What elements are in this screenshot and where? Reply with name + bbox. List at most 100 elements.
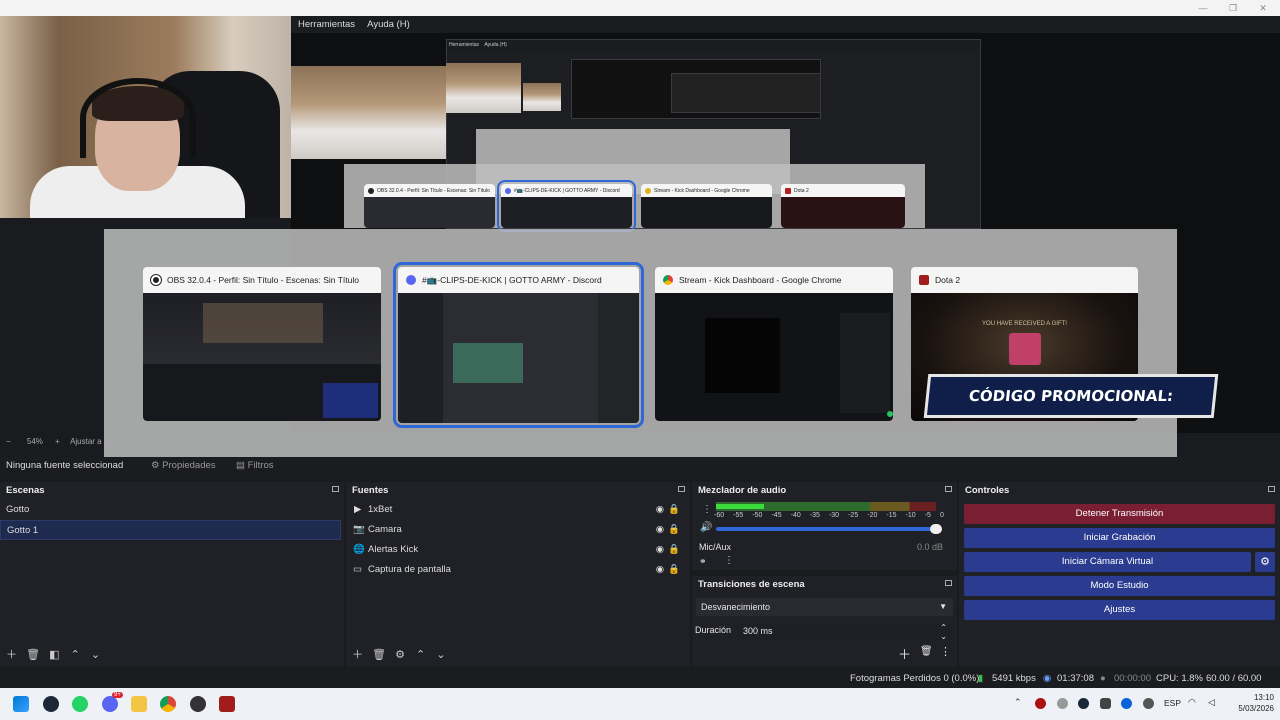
volume-slider[interactable] [716,524,942,534]
source-toolbar: Ninguna fuente seleccionad ⚙ Propiedades… [0,457,1280,475]
steam-icon[interactable] [43,696,59,712]
speaker-icon[interactable]: ◁ [1208,697,1215,708]
move-down-icon[interactable]: ⌄ [436,649,445,661]
mixer-channel-name: Mic/Aux [699,542,732,552]
kebab-icon[interactable]: ⋮ [940,645,951,658]
meter-scale-label: -55 [733,512,744,519]
steam-tray-icon[interactable] [1078,698,1089,709]
tray-icon[interactable] [1035,698,1046,709]
link-icon[interactable]: ⚭ [699,556,707,567]
wifi-icon[interactable]: ◠ [1188,697,1196,708]
minimize-icon[interactable]: — [1196,2,1210,14]
folder-icon[interactable] [131,696,147,712]
kebab-icon[interactable]: ⋮ [724,555,734,566]
maximize-icon[interactable]: ❐ [1226,2,1240,14]
meter-scale-label: -60 [714,512,725,519]
menu-help[interactable]: Ayuda (H) [367,19,410,30]
fit-button[interactable]: Ajustar a la [70,437,110,446]
eye-icon[interactable]: ◉ [656,540,664,560]
studio-mode-button[interactable]: Modo Estudio [964,576,1275,596]
add-transition-icon[interactable]: ＋ [898,644,911,663]
meter-scale-label: -50 [752,512,763,519]
small-card-title: Dota 2 [794,187,809,194]
duration-label: Duración [695,625,732,635]
delete-scene-icon[interactable]: 🗑 [26,649,40,661]
move-up-icon[interactable]: ⌃ [416,649,425,661]
whatsapp-icon[interactable] [72,696,88,712]
sources-dock: Fuentes ▶ 1xBet ◉ 🔒 📷 Camara ◉ 🔒 🌐 Alert… [346,482,690,667]
volume-slider-handle[interactable] [930,524,942,534]
discord-icon [505,187,511,194]
undock-icon[interactable] [332,486,339,492]
nested-menu-tools: Herramientas [449,42,480,48]
delete-source-icon[interactable]: 🗑 [372,649,386,661]
menu-bar: Herramientas Ayuda (H) [291,16,1280,33]
properties-button[interactable]: ⚙ Propiedades [151,458,216,474]
stop-stream-button[interactable]: Detener Transmisión [964,504,1275,524]
source-properties-icon[interactable]: ⚙ [395,649,405,661]
transition-select[interactable]: Desvanecimiento ▼ [696,598,953,616]
filter-scene-icon[interactable]: ◧ [49,649,59,661]
move-down-icon[interactable]: ⌄ [91,649,100,661]
virtual-camera-button[interactable]: Iniciar Cámara Virtual [964,552,1251,572]
source-name: Captura de pantalla [368,564,451,575]
chevron-up-icon[interactable]: ⌃ [1014,697,1022,708]
cpu-usage: CPU: 1.8% [1156,673,1203,684]
add-source-icon[interactable]: ＋ [352,649,363,661]
scene-item-selected[interactable]: Gotto 1 [0,520,341,540]
duration-input[interactable]: 300 ms ⌃ ⌄ [738,622,953,641]
stream-time: 01:37:08 [1057,673,1094,684]
eye-icon[interactable]: ◉ [656,520,664,540]
stepper-down-icon[interactable]: ⌄ [940,628,947,646]
properties-label: Propiedades [162,460,216,471]
lock-icon[interactable]: 🔒 [668,520,680,540]
dropped-frames: Fotogramas Perdidos 0 (0.0%) [850,673,980,684]
language-indicator[interactable]: ESP [1164,698,1181,708]
small-card-title: #📺-CLIPS-DE-KICK | GOTTO ARMY - Discord [514,187,620,194]
undock-icon[interactable] [1268,486,1275,492]
lock-icon[interactable]: 🔒 [668,540,680,560]
close-icon[interactable]: ✕ [1256,2,1270,14]
meter-scale-label: -40 [790,512,801,519]
lock-icon[interactable]: 🔒 [668,500,680,520]
bluetooth-icon[interactable] [1121,698,1132,709]
window-card-chrome[interactable]: Stream - Kick Dashboard - Google Chrome [655,267,893,421]
menu-tools[interactable]: Herramientas [298,19,355,30]
source-item[interactable]: 📷 Camara ◉ 🔒 [346,520,690,540]
start-recording-button[interactable]: Iniciar Grabación [964,528,1275,548]
windows-start-icon[interactable] [13,696,29,712]
settings-button[interactable]: Ajustes [964,600,1275,620]
obs-icon[interactable] [190,696,206,712]
tray-icon[interactable] [1057,698,1068,709]
tray-icon[interactable] [1100,698,1111,709]
zoom-in-button[interactable]: + [55,437,60,446]
move-up-icon[interactable]: ⌃ [71,649,80,661]
lock-icon[interactable]: 🔒 [668,560,680,580]
virtual-camera-settings-icon[interactable]: ⚙ [1255,552,1275,572]
window-card-obs[interactable]: OBS 32.0.4 - Perfil: Sin Título - Escena… [143,267,381,421]
zoom-out-button[interactable]: − [6,437,11,446]
scene-item[interactable]: Gotto [0,500,344,520]
undock-icon[interactable] [945,580,952,586]
window-card-discord[interactable]: #📺-CLIPS-DE-KICK | GOTTO ARMY - Discord [393,262,644,428]
dota-icon[interactable] [219,696,235,712]
clock[interactable]: 13:10 5/03/2026 [1224,692,1274,714]
globe-icon: 🌐 [353,544,365,555]
delete-transition-icon[interactable]: 🗑 [920,646,933,657]
source-item[interactable]: 🌐 Alertas Kick ◉ 🔒 [346,540,690,560]
kebab-icon[interactable]: ⋮ [702,504,712,515]
filters-button[interactable]: ▤ Filtros [236,458,274,474]
add-scene-icon[interactable]: ＋ [6,649,17,661]
eye-icon[interactable]: ◉ [656,560,664,580]
eye-icon[interactable]: ◉ [656,500,664,520]
source-item[interactable]: ▶ 1xBet ◉ 🔒 [346,500,690,520]
undock-icon[interactable] [945,486,952,492]
speaker-icon[interactable]: 🔊 [700,522,712,533]
undock-icon[interactable] [678,486,685,492]
scenes-toolbar: ＋ 🗑 ◧ ⌃ ⌄ [0,643,344,667]
discord-icon[interactable] [102,696,118,712]
promo-banner: CÓDIGO PROMOCIONAL: [923,374,1219,418]
chrome-icon[interactable] [160,696,176,712]
source-item[interactable]: ▭ Captura de pantalla ◉ 🔒 [346,560,690,580]
microphone-icon[interactable] [1143,698,1154,709]
